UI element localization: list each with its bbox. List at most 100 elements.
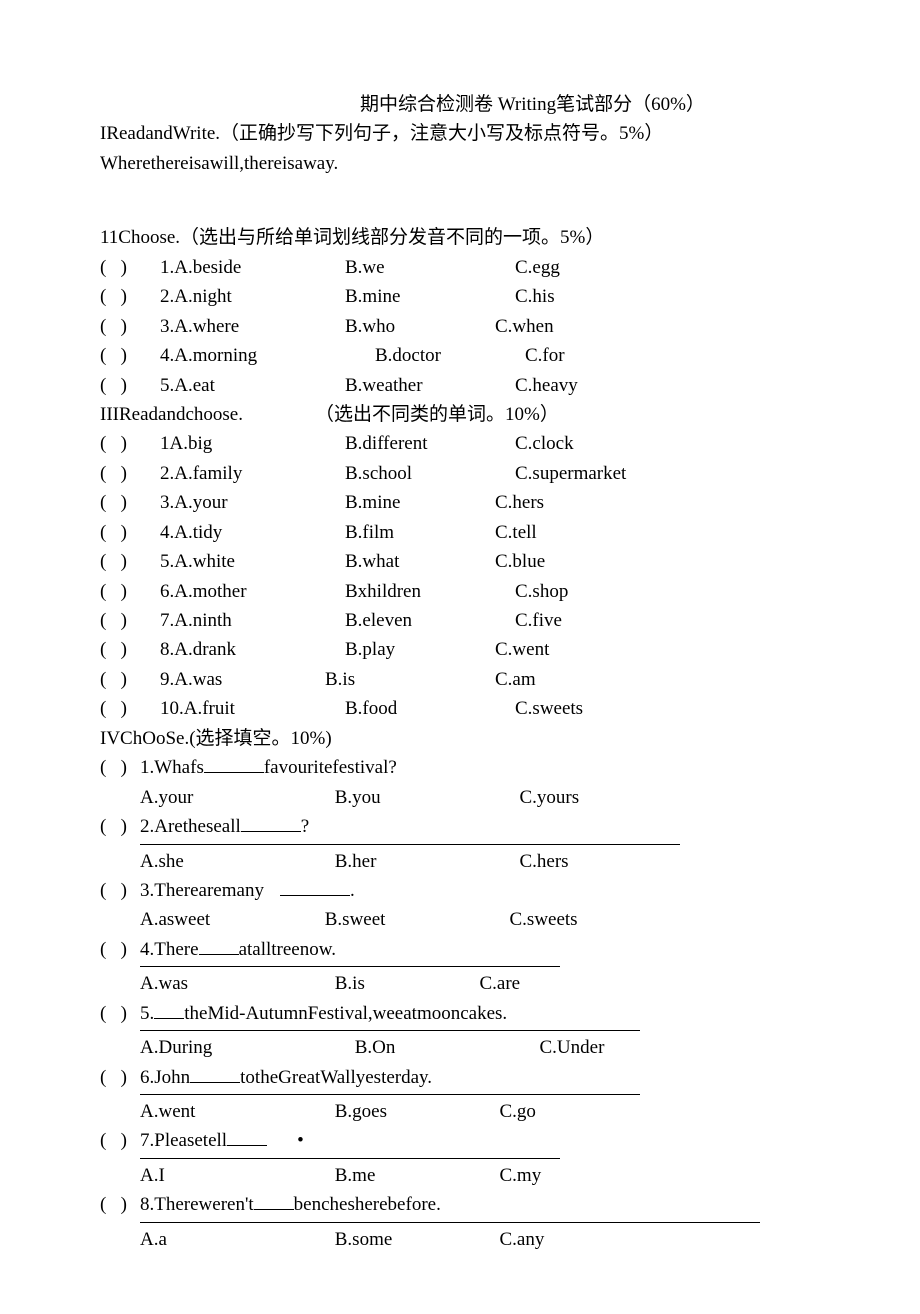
opt-c: C.my <box>500 1161 542 1190</box>
opt-a: A.was <box>140 969 330 998</box>
s4-q4-opts: A.was B.is C.are <box>100 969 820 998</box>
blank[interactable] <box>154 999 184 1019</box>
s3-q3: ( ) 3.A.your B.mine C.hers <box>100 488 820 517</box>
paren[interactable]: ( ) <box>100 1063 140 1092</box>
section1-heading: IReadandWrite.（正确抄写下列句子，注意大小写及标点符号。5%） <box>100 119 820 148</box>
blank[interactable] <box>227 1126 267 1146</box>
divider <box>140 844 680 845</box>
paren[interactable]: ( ) <box>100 876 140 905</box>
paren[interactable]: ( ) <box>100 547 160 576</box>
opt-c: C.go <box>500 1097 536 1126</box>
paren[interactable]: ( ) <box>100 371 160 400</box>
s3-heading-left: IIIReadandchoose. <box>100 400 315 429</box>
paren[interactable]: ( ) <box>100 665 160 694</box>
q-num-a: 4.A.tidy <box>160 518 345 547</box>
opt-b: B.food <box>345 694 515 723</box>
blank[interactable] <box>280 876 350 896</box>
stem-pre: 5. <box>140 999 154 1028</box>
paren[interactable]: ( ) <box>100 429 160 458</box>
opt-c: C.his <box>515 282 555 311</box>
opt-b: B.weather <box>345 371 515 400</box>
s4-q6-stem: ( ) 6.John totheGreatWallyesterday. <box>100 1063 820 1092</box>
q-num-a: 6.A.mother <box>160 577 345 606</box>
q-num-a: 5.A.white <box>160 547 345 576</box>
divider <box>140 1222 760 1223</box>
paren[interactable]: ( ) <box>100 341 160 370</box>
opt-a: A.asweet <box>140 905 320 934</box>
opt-a: A.went <box>140 1097 330 1126</box>
stem-pre: 3.Therearemany <box>140 876 264 905</box>
paren[interactable]: ( ) <box>100 999 140 1028</box>
q-num-a: 2.A.family <box>160 459 345 488</box>
paren[interactable]: ( ) <box>100 282 160 311</box>
blank[interactable] <box>199 935 239 955</box>
opt-a: A.a <box>140 1225 330 1254</box>
blank[interactable] <box>204 753 264 773</box>
opt-b: B.doctor <box>345 341 545 370</box>
s4-q3-stem: ( ) 3.Therearemany . <box>100 876 820 905</box>
q-num-a: 4.A.morning <box>160 341 345 370</box>
blank[interactable] <box>190 1063 240 1083</box>
q-num-a: 3.A.your <box>160 488 345 517</box>
paren[interactable]: ( ) <box>100 935 140 964</box>
section1-sentence: Wherethereisawill,thereisaway. <box>100 149 820 178</box>
opt-c: C.for <box>525 341 565 370</box>
s2-q1: ( ) 1.A.beside B.we C.egg <box>100 253 820 282</box>
divider <box>140 966 560 967</box>
paren[interactable]: ( ) <box>100 753 140 782</box>
opt-c: C.blue <box>495 547 545 576</box>
blank[interactable] <box>254 1190 294 1210</box>
q-num-a: 5.A.eat <box>160 371 345 400</box>
opt-c: C.sweets <box>510 905 578 934</box>
q-num-a: 10.A.fruit <box>160 694 345 723</box>
paren[interactable]: ( ) <box>100 488 160 517</box>
s3-heading-right: （选出不同类的单词。10%） <box>315 400 559 429</box>
q-num-a: 9.A.was <box>160 665 345 694</box>
paren[interactable]: ( ) <box>100 1126 140 1155</box>
s4-q7-opts: A.I B.me C.my <box>100 1161 820 1190</box>
s4-q5-opts: A.During B.On C.Under <box>100 1033 820 1062</box>
opt-b: B.sweet <box>325 905 505 934</box>
opt-b: B.some <box>335 1225 495 1254</box>
opt-c: C.Under <box>540 1033 605 1062</box>
stem-pre: 1.Whafs <box>140 753 204 782</box>
opt-b: B.you <box>335 783 515 812</box>
bullet-dot: • <box>297 1126 304 1155</box>
paren[interactable]: ( ) <box>100 635 160 664</box>
opt-b: Bxhildren <box>345 577 515 606</box>
section4-heading: IVChOoSe.(选择填空。10%) <box>100 724 820 753</box>
opt-c: C.when <box>495 312 554 341</box>
opt-b: B.me <box>335 1161 495 1190</box>
paren[interactable]: ( ) <box>100 812 140 841</box>
s2-q2: ( ) 2.A.night B.mine C.his <box>100 282 820 311</box>
opt-c: C.shop <box>515 577 568 606</box>
opt-c: C.heavy <box>515 371 578 400</box>
opt-b: B.we <box>345 253 515 282</box>
opt-c: C.hers <box>520 847 569 876</box>
opt-b: B.On <box>355 1033 535 1062</box>
opt-c: C.went <box>495 635 549 664</box>
paren[interactable]: ( ) <box>100 518 160 547</box>
s4-q1-opts: A.your B.you C.yours <box>100 783 820 812</box>
paren[interactable]: ( ) <box>100 577 160 606</box>
opt-b: B.her <box>335 847 515 876</box>
paren[interactable]: ( ) <box>100 694 160 723</box>
opt-b: B.goes <box>335 1097 495 1126</box>
paren[interactable]: ( ) <box>100 606 160 635</box>
paren[interactable]: ( ) <box>100 1190 140 1219</box>
paren[interactable]: ( ) <box>100 312 160 341</box>
s2-q5: ( ) 5.A.eat B.weather C.heavy <box>100 371 820 400</box>
opt-a: A.she <box>140 847 330 876</box>
stem-post: theMid-AutumnFestival,weeatmooncakes. <box>184 999 507 1028</box>
page-title: 期中综合检测卷 Writing笔试部分（60%） <box>100 90 820 119</box>
paren[interactable]: ( ) <box>100 459 160 488</box>
opt-a: A.During <box>140 1033 350 1062</box>
divider <box>140 1158 560 1159</box>
stem-pre: 2.Aretheseall <box>140 812 241 841</box>
blank[interactable] <box>241 812 301 832</box>
opt-c: C.egg <box>515 253 560 282</box>
opt-b: B.different <box>345 429 515 458</box>
s3-q5: ( ) 5.A.white B.what C.blue <box>100 547 820 576</box>
paren[interactable]: ( ) <box>100 253 160 282</box>
opt-a: A.I <box>140 1161 330 1190</box>
